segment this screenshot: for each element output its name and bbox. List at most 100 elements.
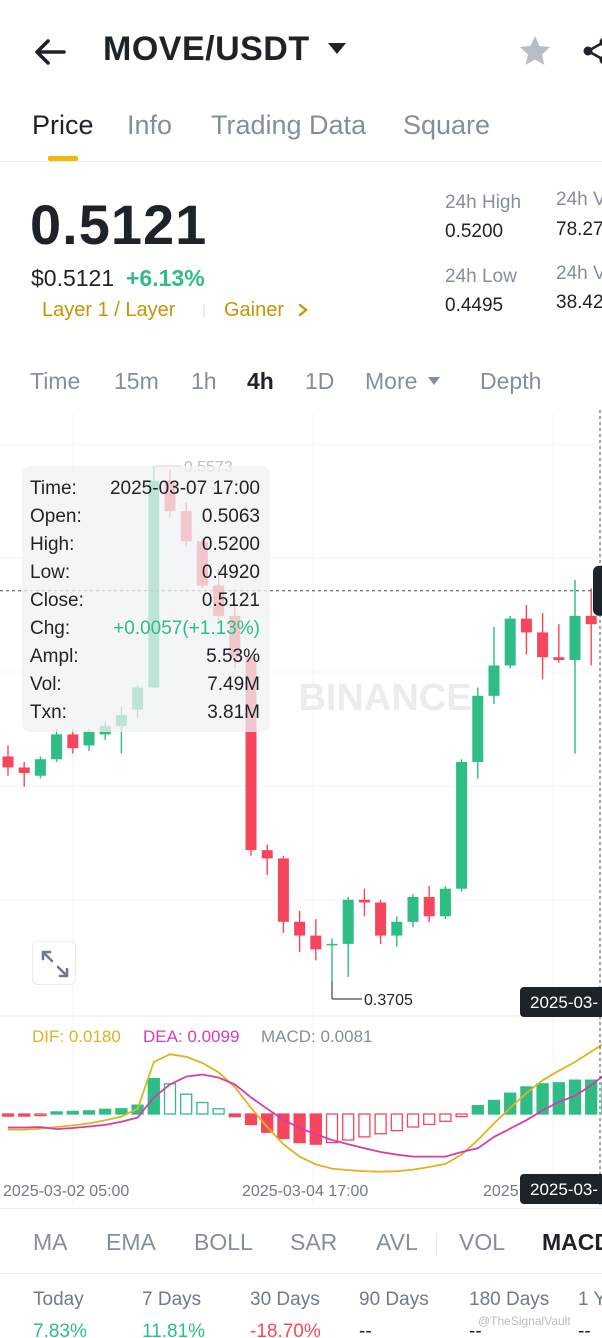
indicator-bar: MA EMA BOLL SAR AVL VOL MACD xyxy=(0,1208,602,1274)
candle-body xyxy=(358,899,370,903)
candle xyxy=(520,604,532,655)
candle xyxy=(472,687,484,779)
macd-dif-label: DIF: 0.0180 xyxy=(32,1027,121,1046)
indicator-divider xyxy=(436,1233,437,1257)
perf-30d-label: 30 Days xyxy=(250,1289,320,1310)
tooltip-txn-label: Txn: xyxy=(30,702,67,723)
macd-histogram-bar xyxy=(34,1113,47,1117)
indicator-sar[interactable]: SAR xyxy=(290,1229,337,1256)
candle-body xyxy=(83,731,95,746)
crosshair-date-badge: 2025-03- xyxy=(520,987,602,1017)
candle xyxy=(423,885,435,922)
candle-body xyxy=(310,935,322,950)
candle-body xyxy=(488,665,500,696)
indicator-macd[interactable]: MACD xyxy=(542,1229,602,1256)
perf-90d-label: 90 Days xyxy=(359,1289,429,1310)
fullscreen-button[interactable] xyxy=(32,941,76,985)
macd-histogram-bar xyxy=(212,1108,225,1115)
candle-body xyxy=(423,897,435,917)
candle-body xyxy=(569,615,581,660)
axis-date-badge: 2025-03- xyxy=(520,1174,602,1204)
tooltip-time-label: Time: xyxy=(30,478,77,499)
perf-180d-label: 180 Days xyxy=(469,1289,550,1310)
tooltip-amplitude-value: 5.53% xyxy=(206,646,260,667)
macd-histogram-bar xyxy=(1,1113,15,1117)
candle-body xyxy=(294,921,306,936)
candle-body xyxy=(439,888,451,917)
candle xyxy=(375,899,387,944)
indicator-boll[interactable]: BOLL xyxy=(194,1229,253,1256)
tooltip-txn-value: 3.81M xyxy=(207,702,260,723)
candle-body xyxy=(585,615,597,625)
candle xyxy=(537,613,549,680)
candle-body xyxy=(51,734,63,760)
candle xyxy=(504,615,516,669)
candle xyxy=(391,916,403,947)
candle-tooltip: Time: 2025-03-07 17:00 Open: 0.5063 High: 0… xyxy=(22,466,270,732)
candle xyxy=(456,759,468,892)
indicator-vol[interactable]: VOL xyxy=(459,1229,505,1256)
perf-1y-label: 1 Y xyxy=(578,1289,602,1310)
tooltip-open-label: Open: xyxy=(30,506,82,527)
macd-histogram-bar xyxy=(180,1093,193,1115)
indicator-ma[interactable]: MA xyxy=(33,1229,68,1256)
perf-today-value: 7.83% xyxy=(33,1321,87,1338)
candle-body xyxy=(326,943,338,946)
price-badge xyxy=(593,565,602,616)
tooltip-volume-value: 7.49M xyxy=(207,674,260,695)
candle-body xyxy=(391,921,403,936)
macd-histogram-bar xyxy=(455,1113,468,1118)
tooltip-low-label: Low: xyxy=(30,562,71,583)
candle-body xyxy=(67,734,79,749)
macd-value-label: MACD: 0.0081 xyxy=(261,1027,373,1046)
tooltip-high-label: High: xyxy=(30,534,75,555)
tooltip-time-value: 2025-03-07 17:00 xyxy=(109,478,260,499)
candle-body xyxy=(375,902,387,936)
perf-today-label: Today xyxy=(33,1289,84,1310)
tooltip-open-value: 0.5063 xyxy=(201,506,260,527)
candle-body xyxy=(342,899,354,944)
candle xyxy=(439,885,451,920)
candle xyxy=(277,855,289,933)
candle-body xyxy=(520,618,532,633)
perf-1y-value: -- xyxy=(578,1321,591,1338)
candle xyxy=(34,756,46,779)
candle xyxy=(18,761,30,787)
low-marker-label: 0.3705 xyxy=(364,992,413,1009)
macd-histogram-bar xyxy=(406,1113,420,1128)
candle-body xyxy=(504,618,516,666)
indicator-avl[interactable]: AVL xyxy=(376,1229,418,1256)
tooltip-amplitude-label: Ampl: xyxy=(30,646,79,667)
candle-body xyxy=(472,695,484,762)
candle xyxy=(488,626,500,705)
indicator-ema[interactable]: EMA xyxy=(106,1229,156,1256)
candle xyxy=(67,728,79,754)
tooltip-high-value: 0.5200 xyxy=(201,534,260,555)
macd-histogram-bar xyxy=(358,1113,371,1138)
candle xyxy=(407,894,419,928)
macd-histogram-bar xyxy=(82,1110,96,1115)
candle-body xyxy=(261,850,273,859)
tooltip-low-value: 0.4920 xyxy=(201,562,260,583)
macd-histogram-bar xyxy=(439,1113,452,1122)
candle xyxy=(310,919,322,961)
macd-histogram-bar xyxy=(487,1099,501,1115)
x-axis-date-2: 2025-03-04 17:00 xyxy=(242,1183,369,1200)
candle xyxy=(553,624,565,663)
candle xyxy=(83,728,95,751)
candle xyxy=(326,938,338,982)
tooltip-change-label: Chg: xyxy=(30,618,71,639)
perf-7d-value: 11.81% xyxy=(142,1321,206,1338)
macd-histogram-bar xyxy=(115,1108,128,1115)
candle-body xyxy=(277,858,289,922)
expand-icon xyxy=(41,950,69,978)
macd-histogram-bar xyxy=(18,1113,31,1117)
candle-body xyxy=(2,756,14,768)
tooltip-close-label: Close: xyxy=(30,590,84,611)
macd-histogram-bar xyxy=(99,1108,112,1115)
macd-histogram-bar xyxy=(196,1101,209,1115)
macd-histogram-bar xyxy=(471,1105,484,1115)
tooltip-volume-label: Vol: xyxy=(30,674,62,695)
macd-dea-label: DEA: 0.0099 xyxy=(143,1027,240,1046)
macd-histogram-bar xyxy=(309,1113,322,1145)
